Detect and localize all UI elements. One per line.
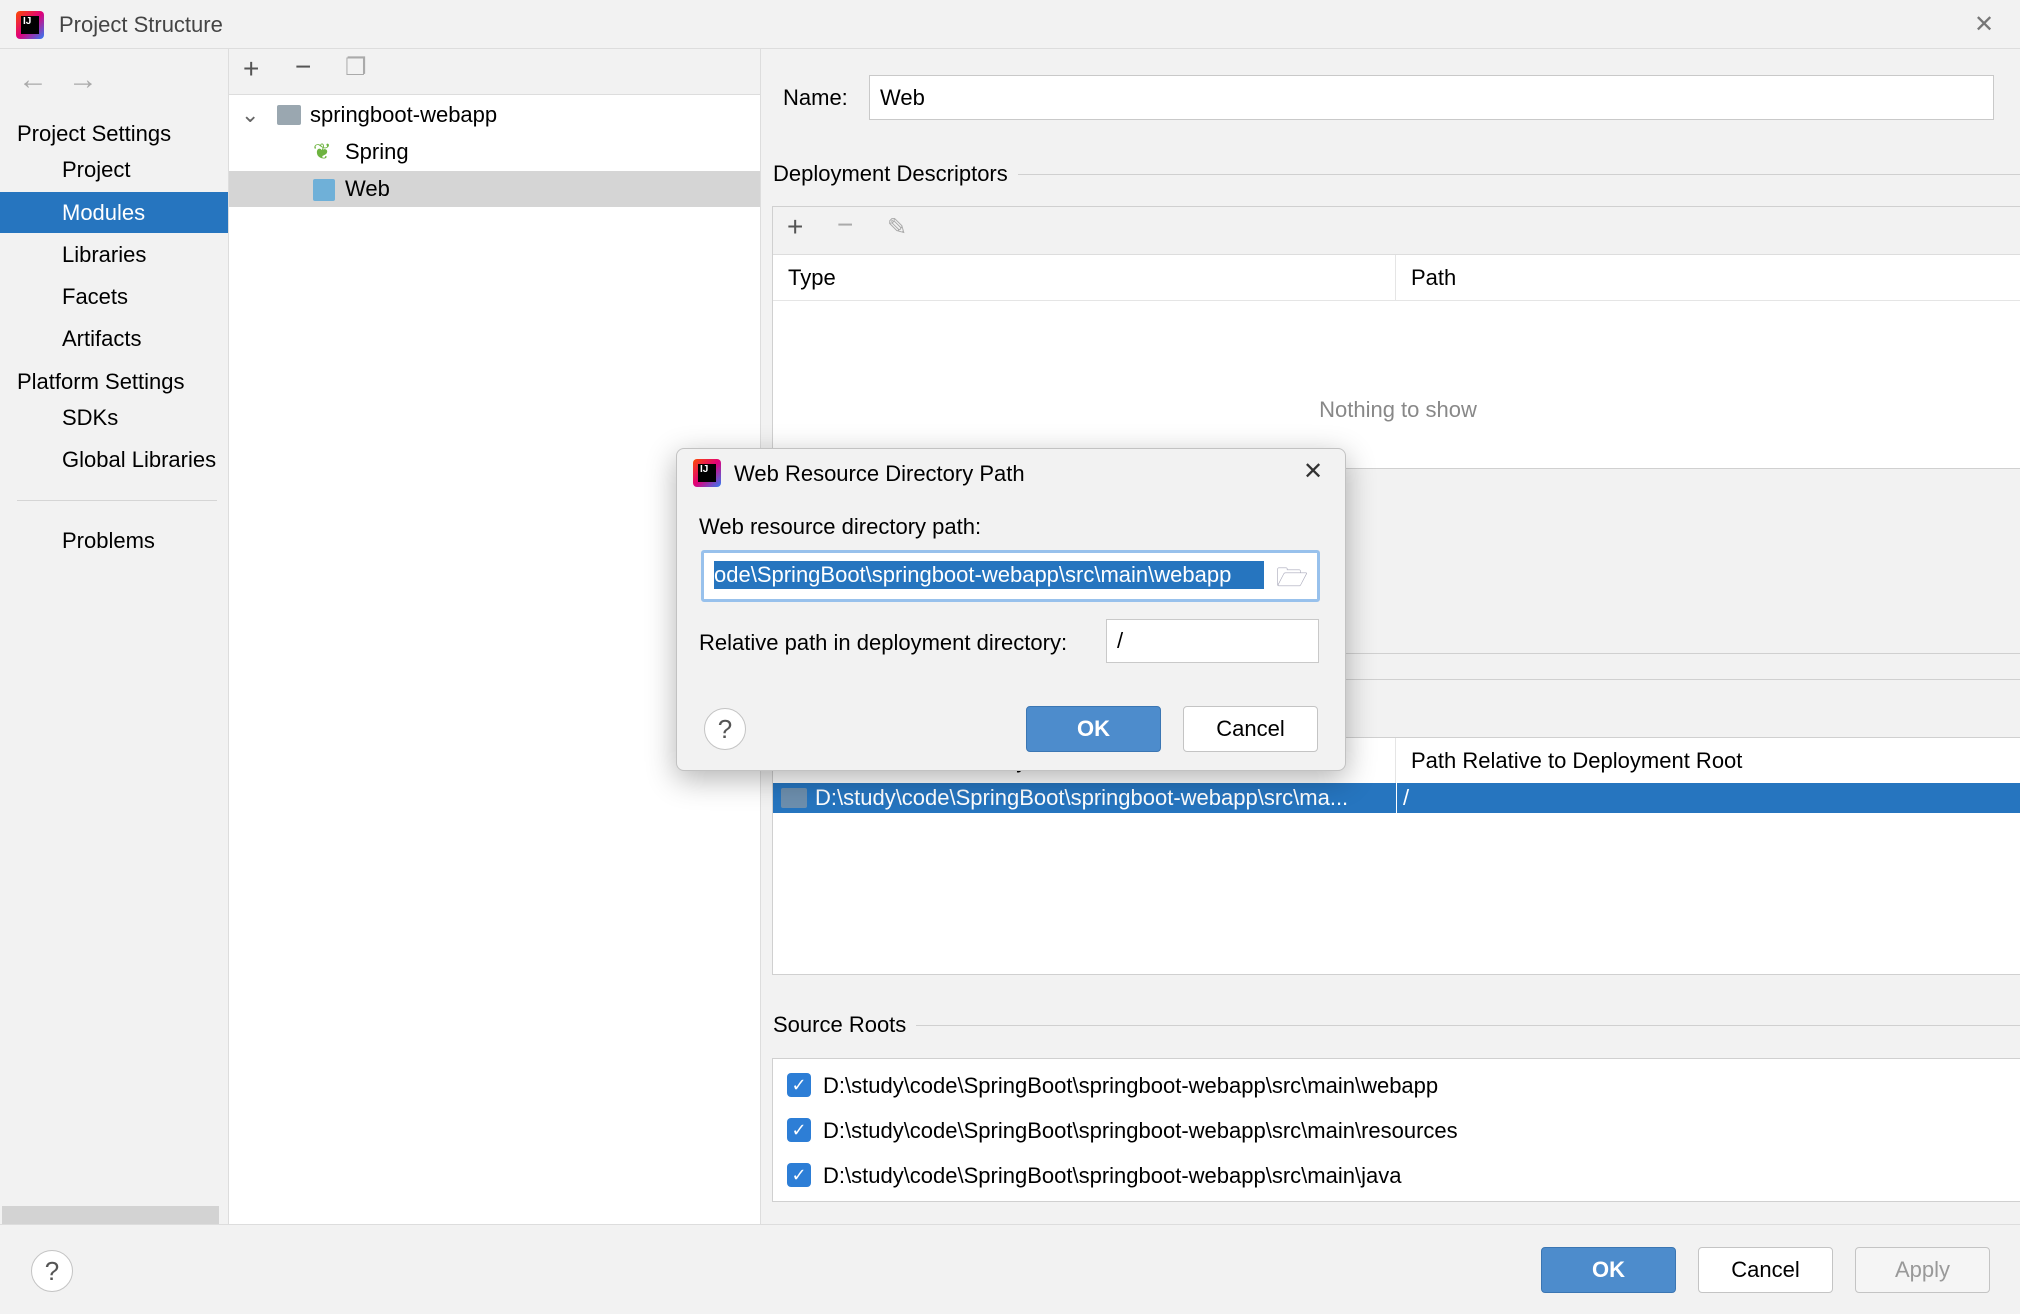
intellij-logo-icon: IJ: [693, 459, 721, 487]
checkbox-checked-icon[interactable]: ✓: [787, 1073, 811, 1097]
tree-node-web[interactable]: Web: [229, 171, 760, 207]
dialog-title: Web Resource Directory Path: [734, 461, 1025, 486]
sidebar-item-global-libraries[interactable]: Global Libraries: [0, 439, 228, 480]
window-title: Project Structure: [59, 12, 223, 37]
close-icon[interactable]: ✕: [1974, 10, 1994, 39]
tree-node-label: springboot-webapp: [310, 102, 498, 127]
help-button[interactable]: ?: [704, 708, 746, 750]
module-folder-icon: [277, 105, 301, 125]
source-root-path: D:\study\code\SpringBoot\springboot-weba…: [823, 1118, 1458, 1143]
intellij-logo-icon: IJ: [16, 11, 44, 39]
help-button[interactable]: ?: [31, 1250, 73, 1292]
web-resource-directory-dialog: IJ Web Resource Directory Path ✕ Web res…: [676, 448, 1346, 771]
web-folder-icon: [781, 788, 807, 808]
source-roots-section: Source Roots: [773, 1012, 2020, 1038]
sidebar-item-artifacts[interactable]: Artifacts: [0, 318, 228, 359]
checkbox-checked-icon[interactable]: ✓: [787, 1118, 811, 1142]
empty-table-text: Nothing to show: [1319, 397, 1477, 422]
cancel-button[interactable]: Cancel: [1698, 1247, 1833, 1293]
tree-node-label: Spring: [345, 139, 409, 164]
tree-node-label: Web: [345, 176, 390, 201]
relative-path-cell: /: [1396, 783, 1409, 813]
apply-button[interactable]: Apply: [1855, 1247, 1990, 1293]
copy-icon[interactable]: ❐: [345, 53, 367, 82]
path-input[interactable]: ode\SpringBoot\springboot-webapp\src\mai…: [701, 550, 1320, 602]
chevron-down-icon[interactable]: ⌄: [241, 97, 259, 133]
dialog-cancel-button[interactable]: Cancel: [1183, 706, 1318, 752]
forward-arrow-icon[interactable]: →: [68, 63, 98, 97]
sidebar-item-modules[interactable]: Modules: [0, 192, 228, 233]
column-header-path[interactable]: Path: [1396, 255, 2020, 301]
ok-button[interactable]: OK: [1541, 1247, 1676, 1293]
deployment-descriptors-table: + − ✎ Type Path Nothing to show: [772, 206, 2020, 469]
name-label: Name:: [783, 85, 848, 110]
table-toolbar: + − ✎: [773, 207, 2020, 255]
footer-bar: ? OK Cancel Apply: [0, 1224, 2020, 1314]
sidebar-item-project[interactable]: Project: [0, 149, 228, 190]
path-input-value: ode\SpringBoot\springboot-webapp\src\mai…: [714, 561, 1264, 589]
section-title: Source Roots: [773, 1012, 907, 1037]
remove-icon[interactable]: −: [295, 51, 311, 83]
sidebar-item-sdks[interactable]: SDKs: [0, 397, 228, 438]
divider: [17, 500, 217, 501]
title-bar: IJ Project Structure ✕: [0, 0, 2020, 49]
sidebar-item-facets[interactable]: Facets: [0, 276, 228, 317]
source-roots-list: ✓ D:\study\code\SpringBoot\springboot-we…: [772, 1058, 2020, 1202]
horizontal-scrollbar[interactable]: [2, 1206, 219, 1224]
project-settings-heading: Project Settings: [17, 121, 172, 146]
tree-node-spring[interactable]: ❦ Spring: [229, 134, 760, 170]
spring-leaf-icon: ❦: [313, 139, 332, 164]
directory-cell: D:\study\code\SpringBoot\springboot-weba…: [815, 785, 1349, 810]
dialog-ok-button[interactable]: OK: [1026, 706, 1161, 752]
sidebar-item-libraries[interactable]: Libraries: [0, 234, 228, 275]
source-root-path: D:\study\code\SpringBoot\springboot-weba…: [823, 1163, 1402, 1188]
name-input[interactable]: Web: [869, 75, 1994, 120]
path-label: Web resource directory path:: [699, 514, 982, 539]
relative-path-label: Relative path in deployment directory:: [699, 630, 1068, 655]
table-row[interactable]: D:\study\code\SpringBoot\springboot-weba…: [773, 783, 2020, 813]
tree-toolbar: + − ❐: [229, 49, 760, 95]
add-icon[interactable]: +: [243, 53, 259, 85]
column-header-type[interactable]: Type: [773, 255, 1396, 301]
source-root-path: D:\study\code\SpringBoot\springboot-weba…: [823, 1073, 1439, 1098]
column-header-relative-path[interactable]: Path Relative to Deployment Root: [1396, 738, 2020, 784]
web-resource-directories-table: Web Resource Directory Path Relative to …: [772, 737, 2020, 975]
back-arrow-icon[interactable]: ←: [18, 63, 48, 97]
platform-settings-heading: Platform Settings: [17, 369, 185, 394]
add-icon[interactable]: +: [787, 211, 803, 243]
checkbox-checked-icon[interactable]: ✓: [787, 1163, 811, 1187]
tree-node-root[interactable]: ⌄ springboot-webapp: [229, 97, 760, 133]
web-facet-icon: [313, 179, 335, 201]
deployment-descriptors-section: Deployment Descriptors: [773, 161, 2020, 187]
sidebar-item-problems[interactable]: Problems: [0, 520, 228, 561]
remove-icon[interactable]: −: [837, 209, 853, 241]
edit-pencil-icon[interactable]: ✎: [887, 213, 907, 242]
sidebar: ← → Project Settings Project Modules Lib…: [0, 49, 229, 1224]
relative-path-input[interactable]: /: [1106, 619, 1319, 663]
close-icon[interactable]: ✕: [1303, 457, 1323, 486]
section-title: Deployment Descriptors: [773, 161, 1008, 186]
folder-open-icon[interactable]: 🗁: [1276, 559, 1308, 603]
